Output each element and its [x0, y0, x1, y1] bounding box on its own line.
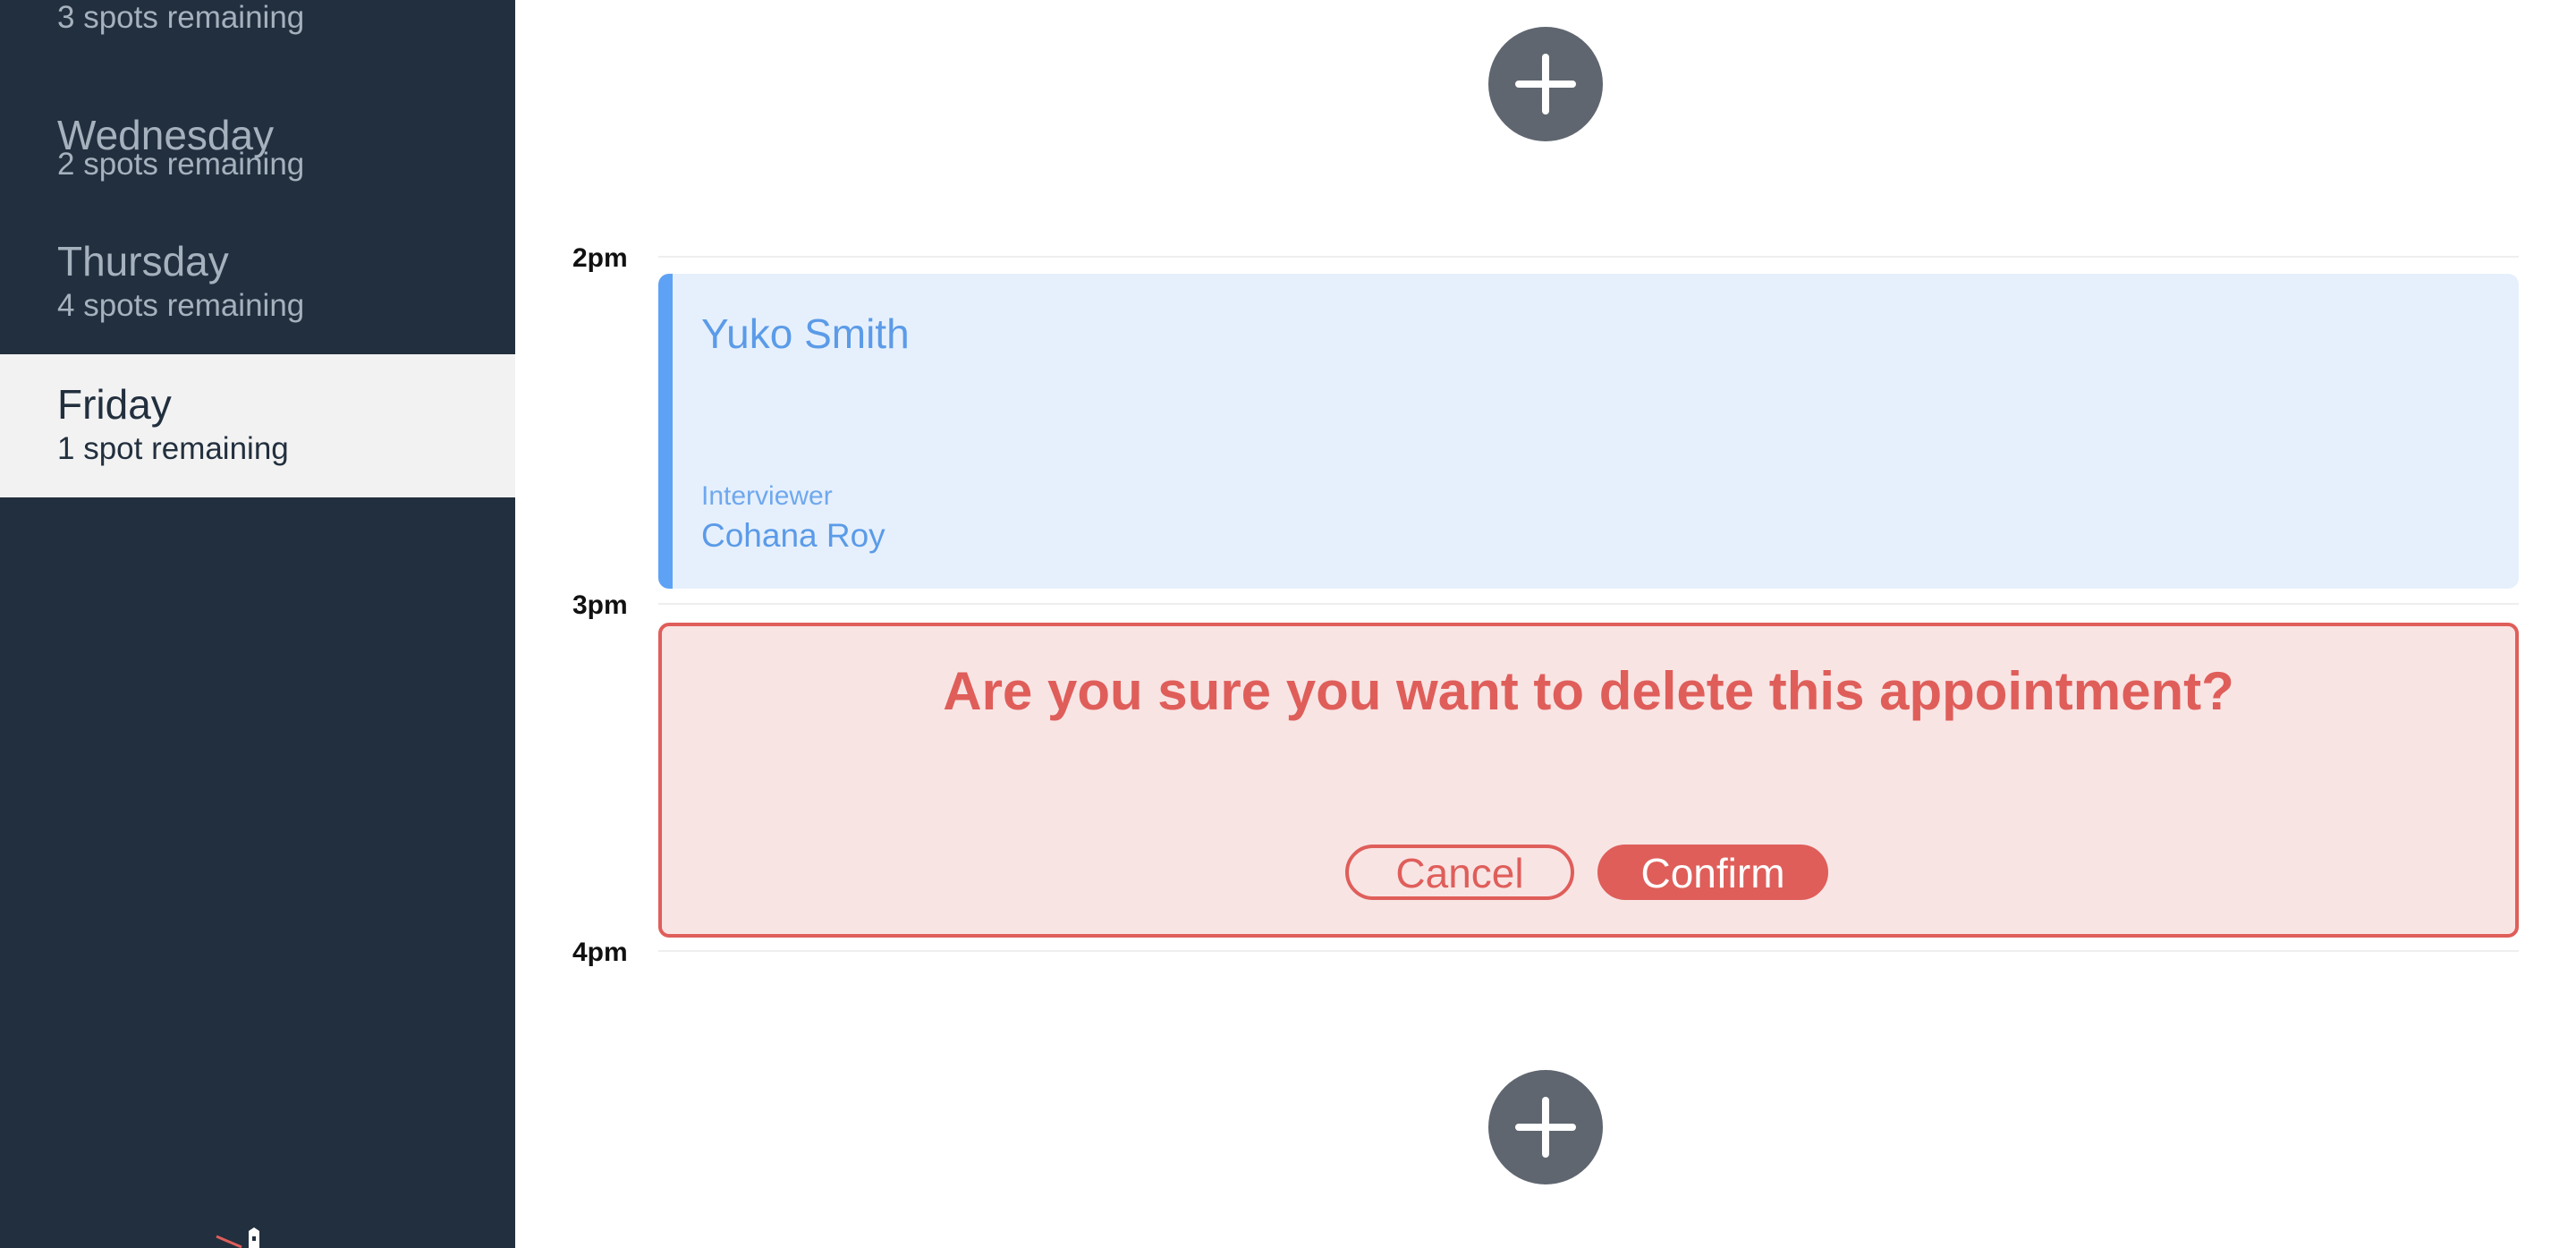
- day-spots: 2 spots remaining: [57, 147, 305, 182]
- day-spots: 1 spot remaining: [57, 431, 289, 466]
- day-spots: 3 spots remaining: [57, 0, 305, 35]
- hour-divider: [658, 950, 2519, 952]
- time-label-3pm: 3pm: [572, 590, 628, 620]
- day-spots: 4 spots remaining: [57, 288, 305, 323]
- add-appointment-button[interactable]: [1488, 1070, 1603, 1184]
- confirm-button[interactable]: Confirm: [1597, 845, 1828, 900]
- cancel-button[interactable]: Cancel: [1345, 845, 1574, 900]
- plus-icon: [1515, 54, 1576, 115]
- hour-divider: [658, 603, 2519, 605]
- day-name: Friday: [57, 381, 172, 428]
- student-name: Yuko Smith: [701, 310, 910, 357]
- confirm-message: Are you sure you want to delete this app…: [943, 661, 2234, 721]
- day-item-friday[interactable]: Friday 1 spot remaining: [0, 354, 515, 497]
- schedule: 2pm Yuko Smith Interviewer Cohana Roy 3p…: [515, 0, 2576, 1248]
- scheduler-app: 3 spots remaining Wednesday 2 spots rema…: [0, 0, 2576, 1248]
- day-item-tuesday[interactable]: 3 spots remaining: [0, 0, 515, 104]
- hour-divider: [658, 256, 2519, 258]
- plus-icon: [1515, 1097, 1576, 1158]
- day-name: Thursday: [57, 238, 229, 284]
- delete-confirm-card: Are you sure you want to delete this app…: [658, 623, 2519, 938]
- appointment-card[interactable]: Yuko Smith Interviewer Cohana Roy: [658, 274, 2519, 589]
- sidebar: 3 spots remaining Wednesday 2 spots rema…: [0, 0, 515, 1248]
- interviewer-name: Cohana Roy: [701, 517, 886, 554]
- day-item-thursday[interactable]: Thursday 4 spots remaining: [0, 211, 515, 354]
- interviewer-label: Interviewer: [701, 481, 833, 511]
- time-label-2pm: 2pm: [572, 243, 628, 273]
- time-label-4pm: 4pm: [572, 938, 628, 967]
- add-appointment-button[interactable]: [1488, 27, 1603, 141]
- logo-mark-icon: [216, 1227, 259, 1248]
